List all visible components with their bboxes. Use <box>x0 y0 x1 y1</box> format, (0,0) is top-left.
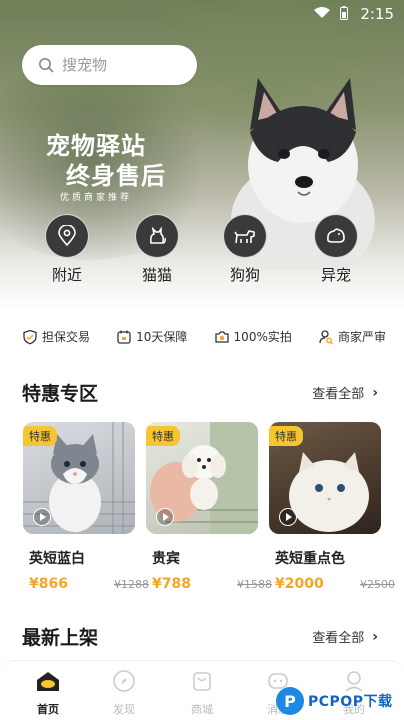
category-label: 狗狗 <box>229 266 260 284</box>
battery-icon <box>340 6 348 20</box>
play-video-icon[interactable] <box>33 508 51 526</box>
location-icon <box>58 225 76 247</box>
wifi-icon <box>314 7 330 18</box>
product-price: ¥788 <box>152 576 191 592</box>
pcpop-watermark: P PCPOP下载 <box>276 686 400 716</box>
product-image: 特惠 <box>146 422 258 534</box>
compass-icon <box>113 670 135 692</box>
latest-see-all-link[interactable]: 查看全部 › <box>312 627 378 647</box>
product-original-price: ¥1588 <box>237 578 272 591</box>
shield-icon <box>23 329 37 344</box>
search-icon <box>39 58 54 73</box>
product-name: 贵宾 <box>152 551 180 567</box>
guarantee-10-days: 10天保障 <box>116 328 187 345</box>
chevron-right-icon: › <box>372 384 378 401</box>
play-video-icon[interactable] <box>279 508 297 526</box>
product-name: 英短重点色 <box>275 551 345 567</box>
discount-tag: 特惠 <box>269 426 303 446</box>
nav-shop[interactable]: 商城 <box>172 669 232 717</box>
search-input[interactable] <box>62 56 172 74</box>
product-image: 特惠 <box>269 422 381 534</box>
nav-home[interactable]: 首页 <box>18 669 78 717</box>
product-original-price: ¥2500 <box>360 578 395 591</box>
guarantee-row: 担保交易 10天保障 100%实拍 商家严审 <box>22 328 386 345</box>
discount-tag: 特惠 <box>146 426 180 446</box>
category-label: 附近 <box>51 266 82 284</box>
dog-icon <box>234 230 255 244</box>
calendar-icon <box>117 330 131 344</box>
home-icon <box>37 672 59 691</box>
category-label: 猫猫 <box>141 266 172 284</box>
latest-section-title: 最新上架 <box>22 627 99 649</box>
play-video-icon[interactable] <box>156 508 174 526</box>
audit-icon <box>319 329 333 344</box>
camera-icon <box>214 330 229 343</box>
product-price: ¥866 <box>29 576 68 592</box>
nav-discover[interactable]: 发现 <box>94 669 154 717</box>
banner-subtitle: 优质商家推荐 <box>60 193 133 203</box>
nav-label: 首页 <box>37 703 59 716</box>
guarantee-secure-trade: 担保交易 <box>22 328 90 345</box>
product-price: ¥2000 <box>275 576 324 592</box>
category-exotic[interactable]: 异宠 <box>306 214 366 285</box>
category-row: 附近 猫猫 狗狗 异宠 <box>0 214 404 289</box>
search-bar[interactable] <box>22 45 197 85</box>
product-card[interactable]: 特惠 英短蓝白 ¥866 ¥1288 <box>23 422 149 592</box>
watermark-text: PCPOP下载 <box>308 694 393 710</box>
product-card[interactable]: 特惠 英短重点色 ¥2000 ¥2500 <box>269 422 395 592</box>
nav-label: 商城 <box>191 703 213 716</box>
status-bar: 2:15 <box>0 0 404 28</box>
product-card[interactable]: 特惠 贵宾 ¥788 ¥1588 <box>146 422 272 592</box>
pcpop-logo-icon: P <box>276 687 304 715</box>
special-see-all-link[interactable]: 查看全部 › <box>312 383 378 403</box>
banner-slogan-line2: 终身售后 <box>66 161 166 190</box>
discount-tag: 特惠 <box>23 426 57 446</box>
product-name: 英短蓝白 <box>29 551 85 567</box>
chevron-right-icon: › <box>372 628 378 645</box>
product-image: 特惠 <box>23 422 135 534</box>
guarantee-label: 担保交易 <box>42 330 91 344</box>
guarantee-label: 100%实拍 <box>233 330 292 344</box>
product-original-price: ¥1288 <box>114 578 149 591</box>
guarantee-label: 10天保障 <box>136 330 188 344</box>
status-time: 2:15 <box>360 5 394 23</box>
see-all-label: 查看全部 <box>312 631 365 646</box>
cat-icon <box>150 226 166 244</box>
nav-label: 发现 <box>113 703 135 716</box>
category-cats[interactable]: 猫猫 <box>127 214 187 285</box>
special-section-title: 特惠专区 <box>22 383 99 405</box>
exotic-pet-icon <box>327 228 345 243</box>
shop-icon <box>193 672 211 691</box>
guarantee-merchant-audit: 商家严审 <box>318 328 386 345</box>
guarantee-label: 商家严审 <box>337 330 386 344</box>
category-label: 异宠 <box>320 266 351 284</box>
category-dogs[interactable]: 狗狗 <box>215 214 275 285</box>
guarantee-real-photo: 100%实拍 <box>214 328 292 345</box>
category-nearby[interactable]: 附近 <box>37 214 97 285</box>
see-all-label: 查看全部 <box>312 387 365 402</box>
